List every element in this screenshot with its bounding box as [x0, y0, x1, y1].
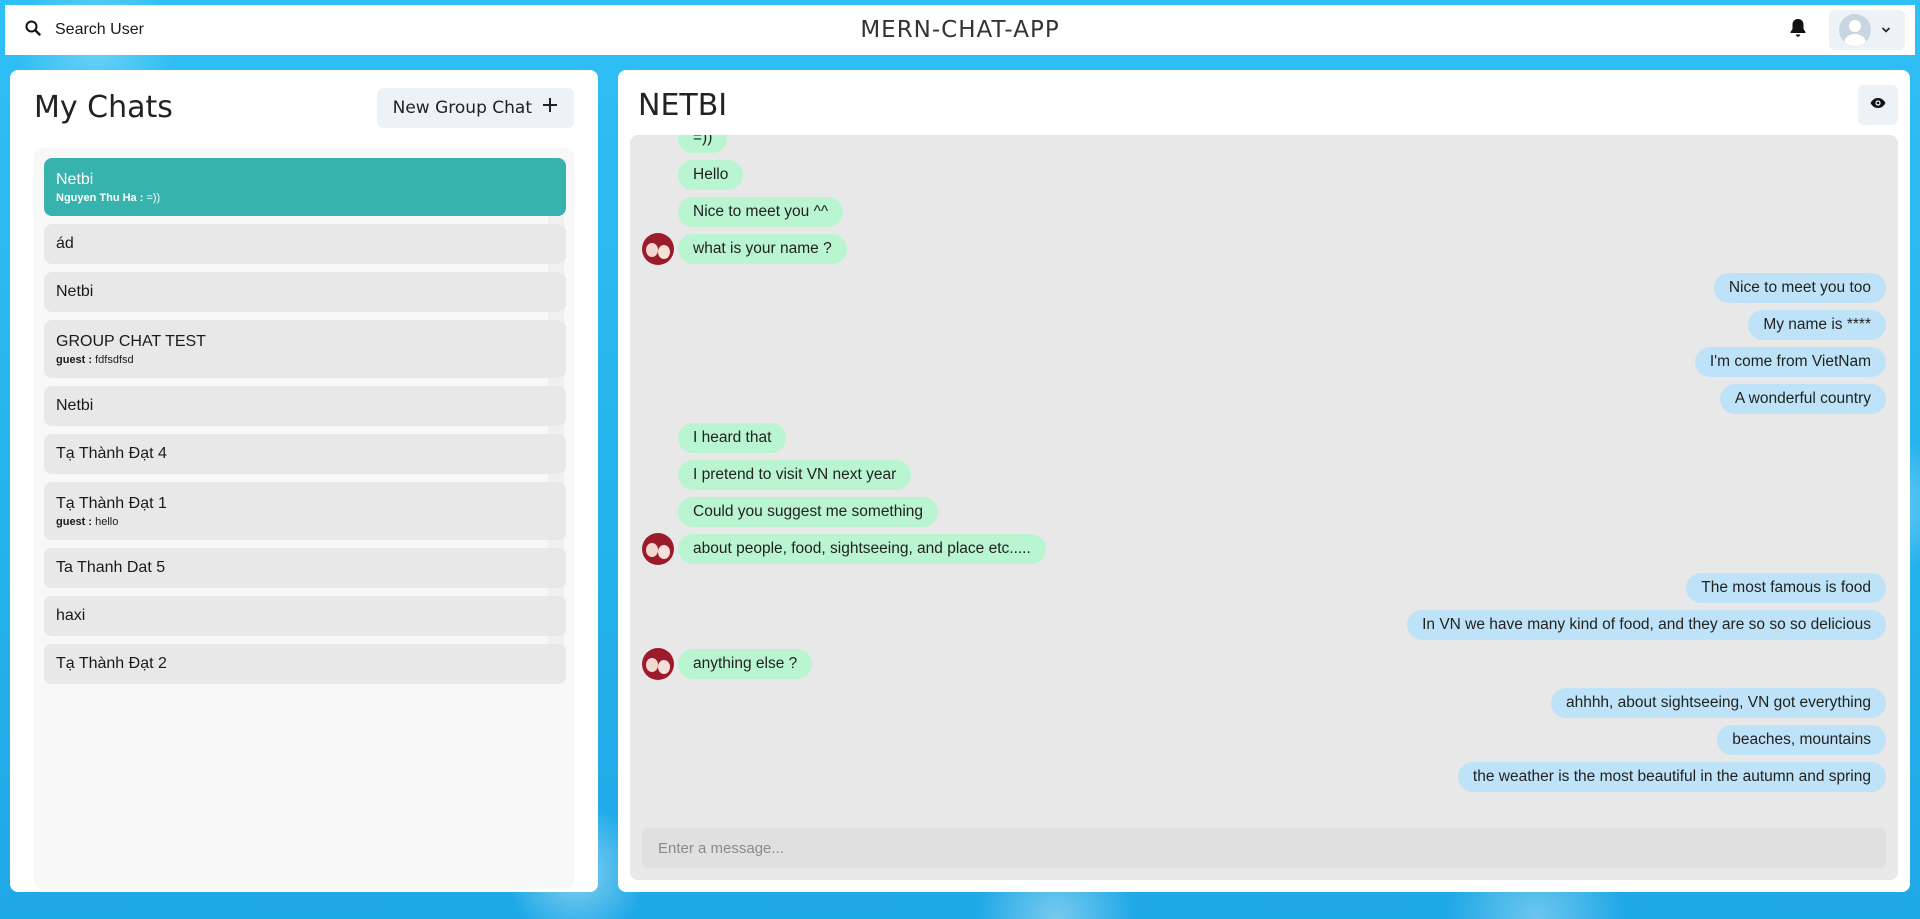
top-bar: Search User MERN-CHAT-APP [5, 5, 1915, 55]
view-profile-button[interactable] [1858, 85, 1898, 125]
bell-icon[interactable] [1789, 18, 1807, 43]
message-bubble: A wonderful country [1719, 384, 1886, 414]
my-chats-panel: My Chats New Group Chat Netbi Nguyen Thu… [10, 70, 598, 892]
latest-message: guest : fdfsdfsd [56, 353, 134, 366]
chat-name: Netbi [56, 397, 94, 414]
message-bubble: Nice to meet you too [1713, 273, 1886, 303]
sender-avatar[interactable] [642, 648, 674, 680]
message-bubble: In VN we have many kind of food, and the… [1407, 610, 1886, 640]
message-bubble: I pretend to visit VN next year [678, 460, 912, 490]
new-group-chat-button[interactable]: New Group Chat [376, 87, 574, 128]
messages-area: =)) Hello Nice to meet you ^^ what is yo… [630, 135, 1898, 880]
chat-item[interactable]: ád [44, 224, 566, 264]
message-bubble: about people, food, sightseeing, and pla… [678, 534, 1046, 564]
chat-name: haxi [56, 607, 86, 624]
latest-message: Nguyen Thu Ha : =)) [56, 191, 161, 204]
chat-item[interactable]: Tạ Thành Đạt 4 [44, 434, 566, 474]
message-bubble: I heard that [678, 423, 787, 453]
latest-message: guest : hello [56, 515, 119, 528]
chat-item[interactable]: Netbi Nguyen Thu Ha : =)) [44, 158, 566, 216]
message-bubble: Nice to meet you ^^ [678, 197, 844, 227]
avatar [1839, 14, 1871, 46]
message-bubble: My name is **** [1748, 310, 1886, 340]
new-group-chat-label: New Group Chat [392, 97, 532, 118]
search-user-button[interactable]: Search User [25, 20, 144, 41]
chat-name: Netbi [56, 170, 94, 188]
message-bubble: beaches, mountains [1717, 725, 1886, 755]
chat-item[interactable]: Netbi [44, 386, 566, 426]
message-bubble: I'm come from VietNam [1694, 347, 1886, 377]
sender-avatar[interactable] [642, 233, 674, 265]
chat-item[interactable]: Tạ Thành Đạt 2 [44, 644, 566, 684]
chat-name: Tạ Thành Đạt 1 [56, 494, 167, 512]
chat-item[interactable]: GROUP CHAT TEST guest : fdfsdfsd [44, 320, 566, 378]
message-bubble: The most famous is food [1686, 573, 1886, 603]
app-title: MERN-CHAT-APP [860, 17, 1060, 43]
profile-menu-button[interactable] [1829, 10, 1905, 50]
chat-title: NETBI [638, 87, 728, 123]
message-list[interactable]: =)) Hello Nice to meet you ^^ what is yo… [630, 135, 1898, 820]
search-user-label: Search User [55, 21, 144, 38]
message-input[interactable] [642, 828, 1886, 868]
my-chats-title: My Chats [34, 90, 173, 125]
sender-avatar[interactable] [642, 533, 674, 565]
message-bubble: what is your name ? [678, 234, 847, 264]
message-bubble: the weather is the most beautiful in the… [1457, 762, 1886, 792]
message-bubble: anything else ? [678, 649, 813, 679]
chat-list[interactable]: Netbi Nguyen Thu Ha : =)) ád Netbi GROUP… [34, 148, 574, 889]
chat-item[interactable]: Ta Thanh Dat 5 [44, 548, 566, 588]
message-bubble: =)) [678, 135, 728, 153]
search-icon [25, 20, 41, 41]
chat-name: ád [56, 235, 74, 252]
message-bubble: Could you suggest me something [678, 497, 939, 527]
chat-name: Netbi [56, 283, 94, 300]
chat-panel: NETBI =)) Hello Nice to meet you ^^ what… [618, 70, 1910, 892]
message-bubble: Hello [678, 160, 744, 190]
eye-icon [1870, 96, 1886, 114]
chat-item[interactable]: Netbi [44, 272, 566, 312]
plus-icon [542, 97, 558, 118]
chat-item[interactable]: haxi [44, 596, 566, 636]
chat-name: Tạ Thành Đạt 2 [56, 655, 167, 672]
chevron-down-icon [1881, 21, 1891, 39]
message-bubble: ahhhh, about sightseeing, VN got everyth… [1550, 688, 1886, 718]
chat-name: GROUP CHAT TEST [56, 332, 206, 350]
chat-name: Ta Thanh Dat 5 [56, 559, 166, 576]
chat-name: Tạ Thành Đạt 4 [56, 445, 167, 462]
chat-item[interactable]: Tạ Thành Đạt 1 guest : hello [44, 482, 566, 540]
